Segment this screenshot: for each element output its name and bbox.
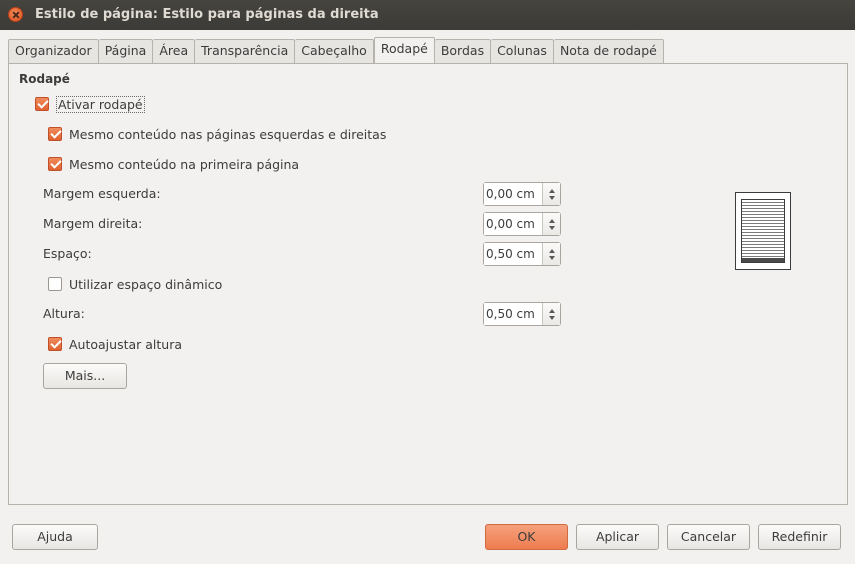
height-label: Altura: xyxy=(43,306,85,321)
height-spinner[interactable] xyxy=(483,302,561,326)
same-content-first-page-row[interactable]: Mesmo conteúdo na primeira página xyxy=(48,155,299,173)
left-margin-label: Margem esquerda: xyxy=(43,186,161,201)
window-title: Estilo de página: Estilo para páginas da… xyxy=(35,7,379,22)
height-input[interactable] xyxy=(484,303,542,325)
page-preview-footer xyxy=(742,258,784,262)
tab-area[interactable]: Área xyxy=(153,39,196,63)
same-content-left-right-row[interactable]: Mesmo conteúdo nas páginas esquerdas e d… xyxy=(48,125,386,143)
section-title: Rodapé xyxy=(19,72,70,86)
spacing-stepper[interactable] xyxy=(542,243,560,265)
right-margin-stepper[interactable] xyxy=(542,213,560,235)
height-stepper[interactable] xyxy=(542,303,560,325)
tab-organizador[interactable]: Organizador xyxy=(8,39,99,63)
tab-bar: Organizador Página Área Transparência Ca… xyxy=(8,37,664,63)
autofit-height-row[interactable]: Autoajustar altura xyxy=(48,335,182,353)
left-margin-spinner[interactable] xyxy=(483,182,561,206)
more-button[interactable]: Mais... xyxy=(43,363,127,389)
close-icon[interactable] xyxy=(8,7,23,22)
spacing-input[interactable] xyxy=(484,243,542,265)
dynamic-spacing-row[interactable]: Utilizar espaço dinâmico xyxy=(48,275,222,293)
left-margin-stepper[interactable] xyxy=(542,183,560,205)
same-content-first-page-checkbox[interactable] xyxy=(48,157,62,171)
help-button[interactable]: Ajuda xyxy=(12,524,98,550)
reset-button[interactable]: Redefinir xyxy=(758,524,841,550)
right-margin-spinner[interactable] xyxy=(483,212,561,236)
page-preview xyxy=(735,192,791,270)
chevron-up-icon[interactable] xyxy=(548,308,555,313)
same-content-left-right-label: Mesmo conteúdo nas páginas esquerdas e d… xyxy=(69,126,387,142)
tab-rodape[interactable]: Rodapé xyxy=(373,37,435,63)
dynamic-spacing-checkbox[interactable] xyxy=(48,277,62,291)
apply-button[interactable]: Aplicar xyxy=(576,524,659,550)
same-content-left-right-checkbox[interactable] xyxy=(48,127,62,141)
tab-nota-de-rodape[interactable]: Nota de rodapé xyxy=(553,39,664,63)
chevron-up-icon[interactable] xyxy=(548,218,555,223)
left-margin-input[interactable] xyxy=(484,183,542,205)
page-preview-lines xyxy=(741,199,785,263)
cancel-button[interactable]: Cancelar xyxy=(667,524,750,550)
tab-pagina[interactable]: Página xyxy=(98,39,154,63)
autofit-height-checkbox[interactable] xyxy=(48,337,62,351)
chevron-down-icon[interactable] xyxy=(548,195,555,200)
dynamic-spacing-label: Utilizar espaço dinâmico xyxy=(69,276,223,292)
title-bar: Estilo de página: Estilo para páginas da… xyxy=(0,0,855,30)
chevron-up-icon[interactable] xyxy=(548,248,555,253)
ok-button[interactable]: OK xyxy=(485,524,568,550)
spacing-spinner[interactable] xyxy=(483,242,561,266)
chevron-down-icon[interactable] xyxy=(548,225,555,230)
enable-footer-row[interactable]: Ativar rodapé xyxy=(35,95,145,113)
chevron-up-icon[interactable] xyxy=(548,188,555,193)
tab-cabecalho[interactable]: Cabeçalho xyxy=(295,39,374,63)
same-content-first-page-label: Mesmo conteúdo na primeira página xyxy=(69,156,300,172)
autofit-height-label: Autoajustar altura xyxy=(69,336,183,352)
tab-colunas[interactable]: Colunas xyxy=(491,39,554,63)
enable-footer-checkbox[interactable] xyxy=(35,97,49,111)
chevron-down-icon[interactable] xyxy=(548,315,555,320)
spacing-label: Espaço: xyxy=(43,246,92,261)
right-margin-label: Margem direita: xyxy=(43,216,143,231)
tab-bordas[interactable]: Bordas xyxy=(434,39,492,63)
tab-transparencia[interactable]: Transparência xyxy=(195,39,296,63)
enable-footer-label: Ativar rodapé xyxy=(56,95,145,113)
right-margin-input[interactable] xyxy=(484,213,542,235)
chevron-down-icon[interactable] xyxy=(548,255,555,260)
